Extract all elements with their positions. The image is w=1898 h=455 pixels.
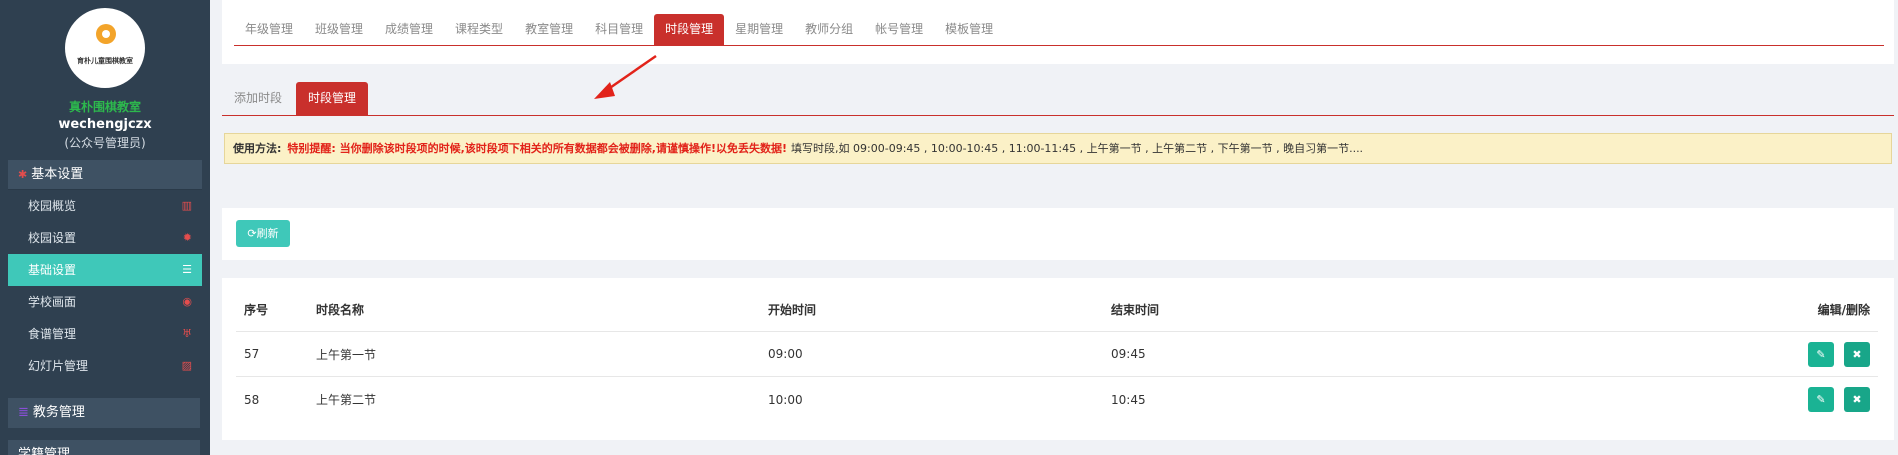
sidebar-item-label: 食谱管理 xyxy=(28,327,77,341)
tab-manage-time-slot[interactable]: 时段管理 xyxy=(296,82,369,115)
table-row: 57 上午第一节 09:00 09:45 ✎ ✖ xyxy=(236,332,1878,377)
cell-end: 10:45 xyxy=(1111,392,1146,407)
cell-start: 10:00 xyxy=(768,392,803,407)
gear-icon: ✹ xyxy=(182,231,192,244)
school-logo: 育朴儿童围棋教室 xyxy=(65,8,145,88)
cell-actions: ✎ ✖ xyxy=(1724,387,1878,412)
menu-header-label: 基本设置 xyxy=(31,167,84,182)
table-header-row: 序号 时段名称 开始时间 结束时间 编辑/删除 xyxy=(236,288,1878,332)
logo-text: 育朴儿童围棋教室 xyxy=(77,57,133,65)
edit-button[interactable]: ✎ xyxy=(1808,387,1834,412)
bars-icon: ☰ xyxy=(182,263,192,276)
notice-warning: 特别提醒: 当你删除该时段项的时候,该时段项下相关的所有数据都会被删除,请谨慎操… xyxy=(287,142,788,155)
tab-course-type[interactable]: 课程类型 xyxy=(444,14,514,45)
tab-teacher-group[interactable]: 教师分组 xyxy=(794,14,864,45)
cell-start: 09:00 xyxy=(768,347,803,361)
cell-name: 上午第一节 xyxy=(316,347,377,362)
table-row: 58 上午第二节 10:00 10:45 ✎ ✖ xyxy=(236,377,1878,422)
stack-icon: ≣ xyxy=(18,405,29,420)
eye-icon: ◉ xyxy=(182,295,192,308)
menu-header-label: 学籍管理 xyxy=(18,447,71,455)
sidebar: 育朴儿童围棋教室 真朴围棋教室 wechengjczx (公众号管理员) ✱ 基本… xyxy=(0,0,210,455)
menu-group-basic: ✱ 基本设置 校园概览 ▥ 校园设置 ✹ 基础设置 ☰ 学校画面 ◉ 食谱管理 ♅… xyxy=(8,160,202,382)
tab-classroom[interactable]: 教室管理 xyxy=(514,14,584,45)
sidebar-item-campus-settings[interactable]: 校园设置 ✹ xyxy=(8,222,202,254)
menu-header-basic[interactable]: ✱ 基本设置 xyxy=(8,160,202,190)
top-tabs: 年级管理 班级管理 成绩管理 课程类型 教室管理 科目管理 时段管理 星期管理 … xyxy=(234,14,1884,46)
time-slot-table-panel: 序号 时段名称 开始时间 结束时间 编辑/删除 57 上午第一节 09:00 0… xyxy=(222,278,1894,440)
refresh-label: 刷新 xyxy=(256,227,279,240)
tab-grade[interactable]: 年级管理 xyxy=(234,14,304,45)
top-nav-panel: 年级管理 班级管理 成绩管理 课程类型 教室管理 科目管理 时段管理 星期管理 … xyxy=(222,0,1894,64)
edit-button[interactable]: ✎ xyxy=(1808,341,1834,367)
cell-name: 上午第二节 xyxy=(316,393,377,407)
username: wechengjczx xyxy=(58,117,152,132)
sidebar-item-slideshow[interactable]: 幻灯片管理 ▨ xyxy=(8,350,202,382)
notice-label: 使用方法: xyxy=(233,142,282,155)
delete-button[interactable]: ✖ xyxy=(1844,387,1870,412)
cell-end: 09:45 xyxy=(1111,347,1146,361)
header-actions: 编辑/删除 xyxy=(1817,303,1870,317)
refresh-button[interactable]: ⟳刷新 xyxy=(236,220,290,247)
sidebar-item-recipes[interactable]: 食谱管理 ♅ xyxy=(8,318,202,350)
profile: 育朴儿童围棋教室 真朴围棋教室 wechengjczx (公众号管理员) xyxy=(0,0,210,152)
menu-header-academic[interactable]: ≣ 教务管理 xyxy=(8,398,200,428)
pencil-icon: ✎ xyxy=(1816,393,1826,406)
gear-icon: ✱ xyxy=(18,168,28,181)
sidebar-item-label: 学校画面 xyxy=(28,295,77,309)
header-start: 开始时间 xyxy=(768,303,817,317)
user-role: (公众号管理员) xyxy=(64,136,146,150)
annotation-arrow-icon xyxy=(594,54,657,99)
menu-header-label: 教务管理 xyxy=(32,405,85,420)
tab-subject[interactable]: 科目管理 xyxy=(584,14,654,45)
header-name: 时段名称 xyxy=(316,303,365,317)
tab-class[interactable]: 班级管理 xyxy=(304,14,374,45)
cell-actions: ✎ ✖ xyxy=(1724,341,1878,367)
bank-icon: ▥ xyxy=(181,199,192,212)
sub-tabs: 添加时段 时段管理 xyxy=(222,82,1894,116)
image-icon: ▨ xyxy=(181,359,192,372)
toolbar-panel: ⟳刷新 xyxy=(222,208,1894,260)
tab-time-slot[interactable]: 时段管理 xyxy=(654,14,725,45)
pencil-icon: ✎ xyxy=(1816,347,1826,361)
sidebar-item-campus-overview[interactable]: 校园概览 ▥ xyxy=(8,190,202,222)
time-slot-table: 序号 时段名称 开始时间 结束时间 编辑/删除 57 上午第一节 09:00 0… xyxy=(236,288,1878,422)
close-icon: ✖ xyxy=(1852,393,1862,406)
tab-weekday[interactable]: 星期管理 xyxy=(724,14,794,45)
sidebar-item-label: 幻灯片管理 xyxy=(28,359,89,373)
usage-notice: 使用方法: 特别提醒: 当你删除该时段项的时候,该时段项下相关的所有数据都会被删除… xyxy=(224,133,1892,164)
menu-header-enrollment[interactable]: 学籍管理 xyxy=(8,440,200,455)
tab-scores[interactable]: 成绩管理 xyxy=(374,14,444,45)
header-end: 结束时间 xyxy=(1111,303,1160,317)
cutlery-icon: ♅ xyxy=(182,327,192,340)
sidebar-item-label: 基础设置 xyxy=(28,263,77,277)
notice-text: 填写时段,如 09:00-09:45 , 10:00-10:45 , 11:00… xyxy=(791,142,1364,155)
header-id: 序号 xyxy=(244,303,269,317)
cell-id: 58 xyxy=(244,392,260,407)
close-icon: ✖ xyxy=(1852,347,1862,361)
sidebar-item-school-images[interactable]: 学校画面 ◉ xyxy=(8,286,202,318)
delete-button[interactable]: ✖ xyxy=(1844,341,1870,367)
refresh-icon: ⟳ xyxy=(247,227,257,240)
sidebar-item-label: 校园概览 xyxy=(28,199,77,213)
tab-add-time-slot[interactable]: 添加时段 xyxy=(222,82,294,115)
sidebar-item-label: 校园设置 xyxy=(28,231,77,245)
logo-icon xyxy=(96,24,116,44)
school-name: 真朴围棋教室 xyxy=(68,100,141,114)
tab-template[interactable]: 模板管理 xyxy=(934,14,1004,45)
tab-account[interactable]: 帐号管理 xyxy=(864,14,934,45)
sidebar-item-basic-settings[interactable]: 基础设置 ☰ xyxy=(8,254,202,286)
cell-id: 57 xyxy=(244,347,260,361)
